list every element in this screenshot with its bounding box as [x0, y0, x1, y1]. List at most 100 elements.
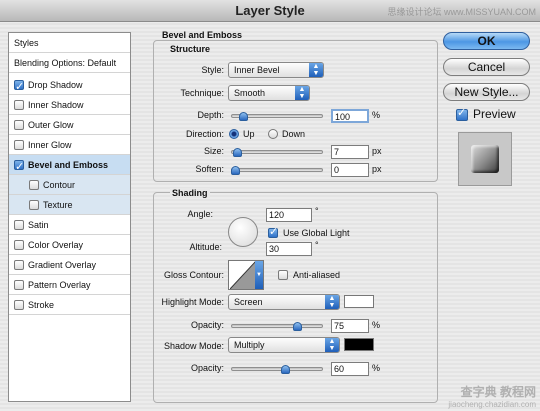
- style-item-contour[interactable]: Contour: [9, 175, 130, 195]
- style-item-label: Satin: [28, 220, 49, 230]
- style-item-drop-shadow[interactable]: Drop Shadow: [9, 75, 130, 97]
- angle-unit: °: [315, 206, 319, 216]
- style-item-label: Inner Shadow: [28, 100, 84, 110]
- gloss-contour-label: Gloss Contour:: [163, 270, 224, 280]
- shadow-mode-dropdown[interactable]: Multiply ▲ ▼: [228, 337, 340, 353]
- style-item-texture[interactable]: Texture: [9, 195, 130, 215]
- size-unit: px: [372, 146, 382, 156]
- style-item-bevel-emboss[interactable]: Bevel and Emboss: [9, 155, 130, 177]
- shading-title: Shading: [170, 188, 210, 198]
- new-style-button[interactable]: New Style...: [443, 83, 530, 101]
- angle-label: Angle:: [187, 209, 213, 219]
- footer-watermark-url: jiaocheng.chazidian.com: [448, 400, 536, 409]
- gradient-overlay-checkbox[interactable]: [14, 259, 24, 270]
- soften-label: Soften:: [195, 164, 224, 174]
- style-item-label: Outer Glow: [28, 120, 74, 130]
- soften-slider[interactable]: [231, 168, 323, 172]
- soften-unit: px: [372, 164, 382, 174]
- style-item-label: Inner Glow: [28, 140, 72, 150]
- outer-glow-checkbox[interactable]: [14, 119, 24, 130]
- direction-down-radio[interactable]: [268, 129, 278, 139]
- highlight-opacity-label: Opacity:: [190, 320, 224, 330]
- anti-aliased-checkbox[interactable]: [278, 270, 288, 280]
- bevel-emboss-checkbox[interactable]: [14, 157, 24, 177]
- pattern-overlay-checkbox[interactable]: [14, 279, 24, 290]
- depth-slider-thumb[interactable]: [239, 112, 249, 121]
- highlight-mode-value: Screen: [234, 297, 263, 307]
- anti-aliased-label: Anti-aliased: [293, 270, 341, 280]
- shadow-opacity-slider[interactable]: [231, 367, 323, 371]
- preview-label: Preview: [473, 107, 516, 121]
- direction-down-label: Down: [282, 129, 306, 139]
- satin-checkbox[interactable]: [14, 219, 24, 230]
- style-item-label: Color Overlay: [28, 240, 84, 250]
- preview-thumbnail: [458, 132, 512, 186]
- size-slider-thumb[interactable]: [233, 148, 243, 157]
- size-label: Size:: [203, 146, 224, 156]
- footer-watermark: 查字典 教程网 jiaocheng.chazidian.com: [448, 383, 536, 409]
- style-item-satin[interactable]: Satin: [9, 215, 130, 235]
- style-dropdown[interactable]: Inner Bevel ▲ ▼: [228, 62, 324, 78]
- style-item-label: Contour: [43, 180, 76, 190]
- shadow-opacity-unit: %: [372, 363, 381, 373]
- altitude-label: Altitude:: [189, 242, 222, 252]
- altitude-input[interactable]: 30: [266, 242, 312, 256]
- stroke-checkbox[interactable]: [14, 299, 24, 310]
- style-value: Inner Bevel: [234, 65, 280, 75]
- shadow-opacity-input[interactable]: 60: [331, 362, 369, 376]
- styles-list: Styles Blending Options: Default Drop Sh…: [8, 32, 131, 402]
- style-item-inner-glow[interactable]: Inner Glow: [9, 135, 130, 155]
- highlight-mode-label: Highlight Mode:: [161, 297, 224, 307]
- style-item-stroke[interactable]: Stroke: [9, 295, 130, 315]
- style-item-pattern-overlay[interactable]: Pattern Overlay: [9, 275, 130, 295]
- direction-label: Direction:: [185, 129, 224, 139]
- color-overlay-checkbox[interactable]: [14, 239, 24, 250]
- dropdown-arrow-icon: ▼: [255, 261, 263, 289]
- angle-input[interactable]: 120: [266, 208, 312, 222]
- size-input[interactable]: 7: [331, 145, 369, 159]
- soften-input[interactable]: 0: [331, 163, 369, 177]
- updown-arrow-icon: ▲ ▼: [325, 338, 339, 352]
- highlight-mode-dropdown[interactable]: Screen ▲ ▼: [228, 294, 340, 310]
- updown-arrow-icon: ▲ ▼: [295, 86, 309, 100]
- texture-checkbox[interactable]: [29, 199, 39, 210]
- depth-input[interactable]: 100: [331, 109, 369, 123]
- structure-title: Structure: [170, 44, 211, 54]
- highlight-color-swatch[interactable]: [344, 295, 374, 308]
- style-item-color-overlay[interactable]: Color Overlay: [9, 235, 130, 255]
- style-item-label: Gradient Overlay: [28, 260, 97, 270]
- highlight-opacity-slider[interactable]: [231, 324, 323, 328]
- preview-checkbox[interactable]: [456, 106, 468, 121]
- inner-shadow-checkbox[interactable]: [14, 99, 24, 110]
- shadow-opacity-thumb[interactable]: [280, 365, 290, 374]
- angle-wheel[interactable]: [228, 217, 258, 247]
- style-item-gradient-overlay[interactable]: Gradient Overlay: [9, 255, 130, 275]
- watermark-text: 思缘设计论坛 www.MISSYUAN.COM: [387, 7, 536, 17]
- style-item-outer-glow[interactable]: Outer Glow: [9, 115, 130, 135]
- updown-arrow-icon: ▲ ▼: [309, 63, 323, 77]
- ok-button[interactable]: OK: [443, 32, 530, 50]
- drop-shadow-checkbox[interactable]: [14, 77, 24, 97]
- gloss-contour-picker[interactable]: ▼: [228, 260, 264, 290]
- depth-label: Depth:: [197, 110, 224, 120]
- dialog-body: Styles Blending Options: Default Drop Sh…: [0, 22, 540, 411]
- direction-up-radio[interactable]: [229, 129, 239, 139]
- shadow-color-swatch[interactable]: [344, 338, 374, 351]
- style-item-label: Drop Shadow: [28, 80, 83, 90]
- contour-curve-icon: [230, 261, 256, 289]
- direction-up-label: Up: [243, 129, 255, 139]
- size-slider[interactable]: [231, 150, 323, 154]
- global-light-checkbox[interactable]: [268, 225, 278, 238]
- inner-glow-checkbox[interactable]: [14, 139, 24, 150]
- style-item-label: Bevel and Emboss: [28, 160, 109, 170]
- technique-dropdown[interactable]: Smooth ▲ ▼: [228, 85, 310, 101]
- styles-header[interactable]: Styles: [9, 33, 130, 53]
- cancel-button[interactable]: Cancel: [443, 58, 530, 76]
- blending-options[interactable]: Blending Options: Default: [9, 53, 130, 73]
- highlight-opacity-input[interactable]: 75: [331, 319, 369, 333]
- contour-checkbox[interactable]: [29, 179, 39, 190]
- footer-watermark-main: 查字典 教程网: [460, 385, 536, 399]
- soften-slider-thumb[interactable]: [231, 166, 240, 175]
- style-item-inner-shadow[interactable]: Inner Shadow: [9, 95, 130, 115]
- highlight-opacity-thumb[interactable]: [293, 322, 303, 331]
